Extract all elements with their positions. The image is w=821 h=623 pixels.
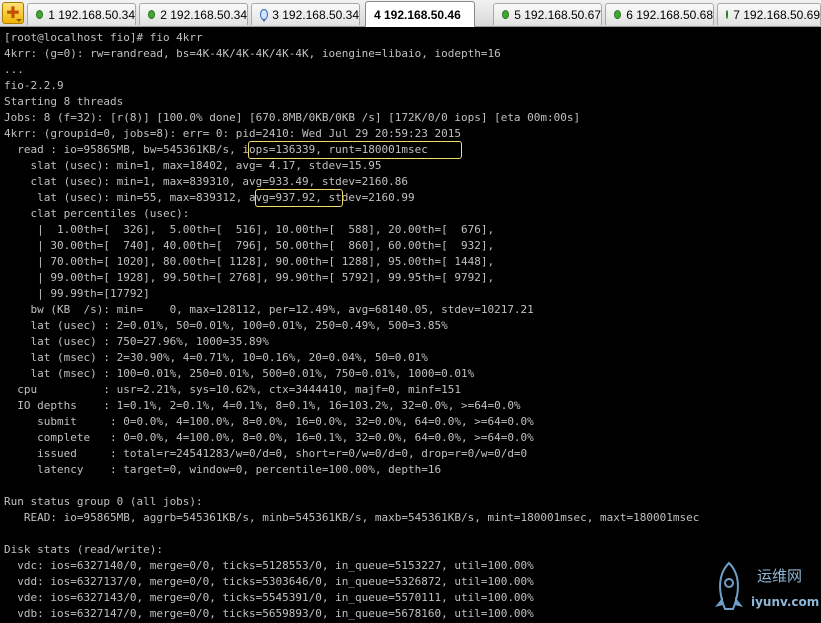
terminal-line: latency : target=0, window=0, percentile… <box>4 463 442 476</box>
terminal-line: lat (usec) : 2=0.01%, 50=0.01%, 100=0.01… <box>4 319 448 332</box>
terminal-line: vde: ios=6327143/0, merge=0/0, ticks=554… <box>4 591 534 604</box>
tab-label: 2 192.168.50.34 <box>160 7 247 22</box>
terminal-line: fio-2.2.9 <box>4 79 64 92</box>
tab-session-3[interactable]: 3 192.168.50.34 <box>251 3 360 25</box>
terminal-line: bw (KB /s): min= 0, max=128112, per=12.4… <box>4 303 534 316</box>
terminal-line: lat (usec): min=55, max=839312, avg=937.… <box>4 191 415 204</box>
tab-label: 5 192.168.50.67 <box>514 7 601 22</box>
tab-session-2[interactable]: 2 192.168.50.34 <box>139 3 248 25</box>
terminal-line: vdd: ios=6327137/0, merge=0/0, ticks=530… <box>4 575 534 588</box>
terminal-line: ... <box>4 63 24 76</box>
watermark-chinese-text: 运维网 <box>757 567 803 585</box>
chevron-down-icon <box>16 19 22 22</box>
tab-label: 7 192.168.50.69 <box>733 7 820 22</box>
terminal-line: READ: io=95865MB, aggrb=545361KB/s, minb… <box>4 511 700 524</box>
terminal-line: | 99.99th=[17792] <box>4 287 150 300</box>
green-dot-icon <box>614 10 622 19</box>
terminal-line: 4krr: (g=0): rw=randread, bs=4K-4K/4K-4K… <box>4 47 501 60</box>
terminal-line: | 1.00th=[ 326], 5.00th=[ 516], 10.00th=… <box>4 223 495 236</box>
terminal-line: vdb: ios=6327147/0, merge=0/0, ticks=565… <box>4 607 534 620</box>
chat-bubble-icon <box>260 9 269 22</box>
rocket-logo-icon <box>715 561 743 610</box>
terminal-line: clat (usec): min=1, max=839310, avg=933.… <box>4 175 408 188</box>
avg-latency-highlight-box <box>255 189 343 207</box>
terminal-line: submit : 0=0.0%, 4=100.0%, 8=0.0%, 16=0.… <box>4 415 534 428</box>
terminal-line: clat percentiles (usec): <box>4 207 190 220</box>
terminal-line: complete : 0=0.0%, 4=100.0%, 8=0.0%, 16=… <box>4 431 534 444</box>
terminal-line: | 99.00th=[ 1928], 99.50th=[ 2768], 99.9… <box>4 271 495 284</box>
watermark: 运维网 iyunv.com <box>705 557 820 621</box>
terminal-line: Run status group 0 (all jobs): <box>4 495 203 508</box>
terminal-line: slat (usec): min=1, max=18402, avg= 4.17… <box>4 159 382 172</box>
terminal-line: | 70.00th=[ 1020], 80.00th=[ 1128], 90.0… <box>4 255 495 268</box>
plus-menu-icon[interactable]: ✚ <box>2 2 24 24</box>
iops-highlight-box <box>248 141 462 159</box>
tab-session-4-active[interactable]: 4 192.168.50.46 <box>365 1 475 27</box>
green-dot-icon <box>502 10 510 19</box>
tab-session-1[interactable]: 1 192.168.50.34 <box>27 3 136 25</box>
terminal-line: IO depths : 1=0.1%, 2=0.1%, 4=0.1%, 8=0.… <box>4 399 521 412</box>
tab-label: 3 192.168.50.34 <box>272 7 359 22</box>
terminal-line: cpu : usr=2.21%, sys=10.62%, ctx=3444410… <box>4 383 461 396</box>
tab-session-6[interactable]: 6 192.168.50.68 <box>605 3 714 25</box>
terminal-line: vdc: ios=6327140/0, merge=0/0, ticks=512… <box>4 559 534 572</box>
terminal-line: lat (msec) : 100=0.01%, 250=0.01%, 500=0… <box>4 367 475 380</box>
green-dot-icon <box>726 10 729 19</box>
terminal-line: [root@localhost fio]# fio 4krr <box>4 31 203 44</box>
terminal-output[interactable]: [root@localhost fio]# fio 4krr 4krr: (g=… <box>0 28 821 623</box>
terminal-line: issued : total=r=24541283/w=0/d=0, short… <box>4 447 528 460</box>
terminal-line: | 30.00th=[ 740], 40.00th=[ 796], 50.00t… <box>4 239 495 252</box>
tab-label: 4 192.168.50.46 <box>374 7 461 22</box>
tab-bar: ✚ 1 192.168.50.34 2 192.168.50.34 3 192.… <box>0 0 821 27</box>
terminal-line: Disk stats (read/write): <box>4 543 163 556</box>
terminal-line: 4krr: (groupid=0, jobs=8): err= 0: pid=2… <box>4 127 461 140</box>
green-dot-icon <box>36 10 44 19</box>
green-dot-icon <box>148 10 156 19</box>
terminal-line: Jobs: 8 (f=32): [r(8)] [100.0% done] [67… <box>4 111 581 124</box>
tab-session-7[interactable]: 7 192.168.50.69 <box>717 3 821 25</box>
tab-session-5[interactable]: 5 192.168.50.67 <box>493 3 602 25</box>
terminal-line: Starting 8 threads <box>4 95 124 108</box>
tab-label: 1 192.168.50.34 <box>48 7 135 22</box>
terminal-line: lat (msec) : 2=30.90%, 4=0.71%, 10=0.16%… <box>4 351 428 364</box>
terminal-line: lat (usec) : 750=27.96%, 1000=35.89% <box>4 335 269 348</box>
tab-label: 6 192.168.50.68 <box>626 7 713 22</box>
watermark-url-text: iyunv.com <box>751 595 820 609</box>
